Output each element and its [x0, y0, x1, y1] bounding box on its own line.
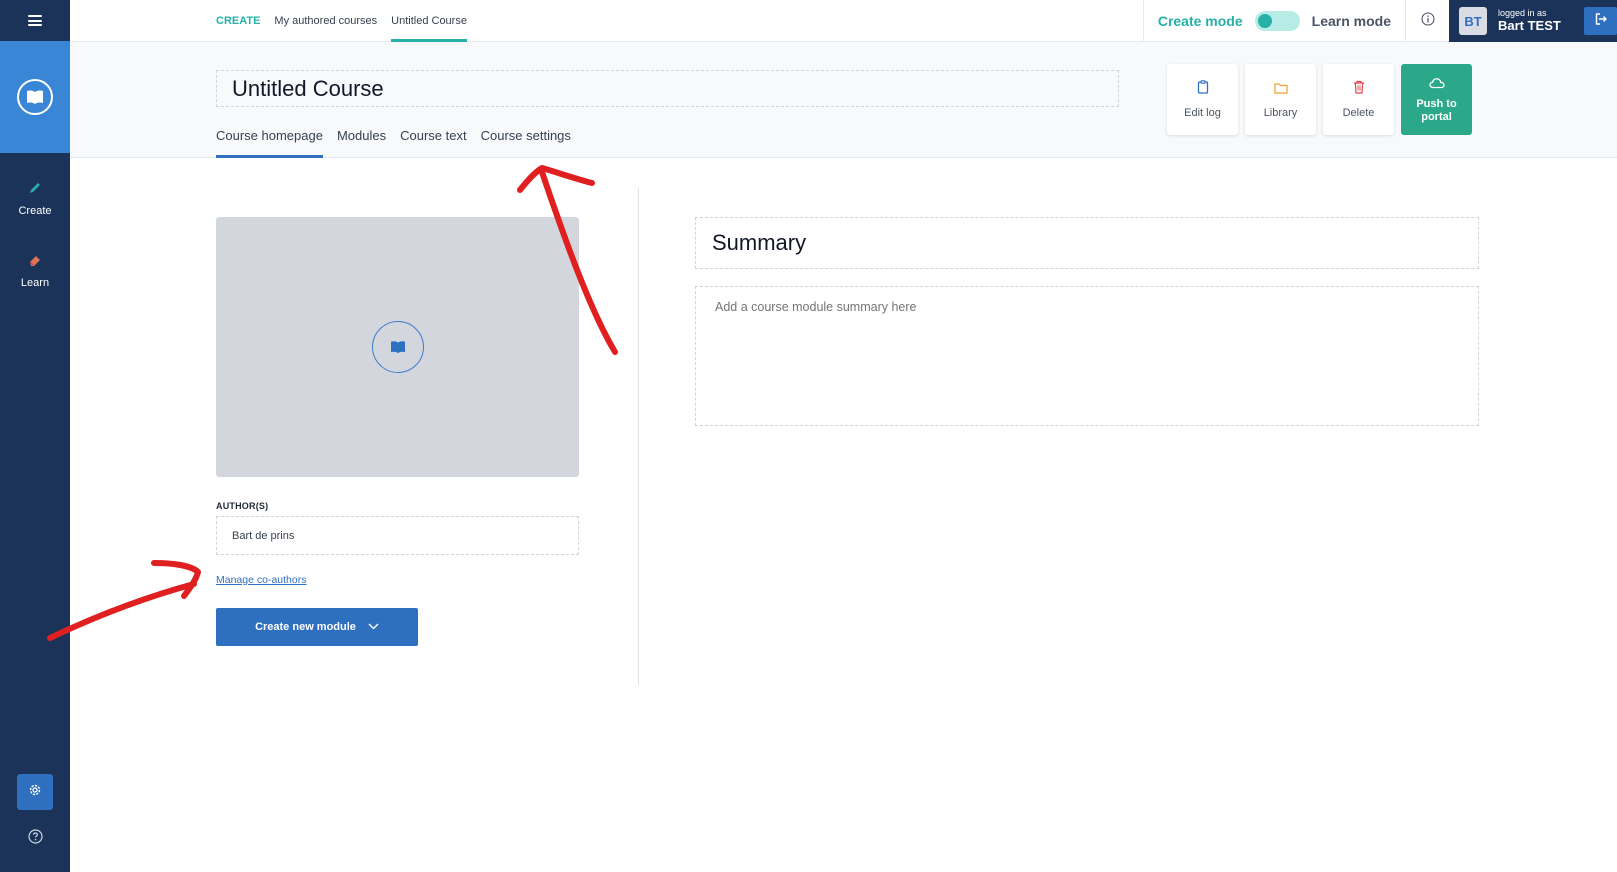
folder-icon [1273, 81, 1288, 99]
cloud-icon [1428, 76, 1445, 94]
breadcrumb: CREATE My authored courses Untitled Cour… [216, 0, 467, 42]
authors-label: AUTHOR(S) [216, 501, 269, 511]
mode-switcher: Create mode Learn mode [1142, 0, 1405, 42]
sidebar: Create Learn [0, 0, 70, 872]
delete-label: Delete [1342, 107, 1375, 119]
mode-toggle[interactable] [1254, 11, 1300, 31]
course-title-input[interactable] [216, 70, 1119, 107]
edit-log-button[interactable]: Edit log [1167, 64, 1238, 135]
course-image-placeholder[interactable] [216, 217, 579, 477]
breadcrumb-current[interactable]: Untitled Course [391, 0, 467, 42]
avatar[interactable]: BT [1459, 7, 1487, 35]
clipboard-icon [1197, 80, 1209, 99]
question-circle-icon [27, 829, 43, 849]
logout-icon [1594, 12, 1608, 31]
user-name: Bart TEST [1498, 17, 1561, 33]
manage-coauthors-link[interactable]: Manage co-authors [216, 574, 306, 586]
topbar: CREATE My authored courses Untitled Cour… [70, 0, 1617, 42]
sidebar-item-create[interactable]: Create [0, 181, 70, 217]
create-mode-label[interactable]: Create mode [1158, 13, 1243, 29]
sidebar-item-label: Create [18, 205, 52, 217]
authors-field[interactable]: Bart de prins [216, 516, 579, 555]
delete-button[interactable]: Delete [1323, 64, 1394, 135]
menu-button[interactable] [0, 0, 70, 41]
course-header: Course homepage Modules Course text Cour… [70, 42, 1617, 158]
book-icon [17, 79, 53, 115]
tab-course-settings[interactable]: Course settings [481, 112, 571, 158]
user-info: logged in as Bart TEST [1498, 8, 1561, 33]
course-actions: Edit log Library Delete Push to portal [1167, 64, 1472, 135]
eraser-icon [28, 253, 42, 272]
topbar-right: Create mode Learn mode BT logged in as B… [1142, 0, 1617, 42]
library-button[interactable]: Library [1245, 64, 1316, 135]
create-new-module-label: Create new module [255, 621, 356, 633]
annotation-arrow-coauthors [47, 560, 201, 641]
breadcrumb-section[interactable]: CREATE [216, 15, 260, 27]
chevron-down-icon [368, 621, 379, 633]
push-to-portal-label: Push to portal [1416, 97, 1457, 123]
book-icon [371, 321, 424, 373]
help-button[interactable] [26, 829, 44, 849]
tab-course-text[interactable]: Course text [400, 112, 466, 158]
user-box: BT logged in as Bart TEST [1449, 0, 1617, 42]
toggle-knob [1257, 14, 1272, 28]
hamburger-icon [28, 15, 42, 26]
create-new-module-button[interactable]: Create new module [216, 608, 418, 646]
tab-modules[interactable]: Modules [337, 112, 386, 158]
settings-button[interactable] [17, 774, 53, 810]
sidebar-item-label: Learn [20, 277, 50, 289]
trash-icon [1353, 80, 1365, 99]
summary-textarea[interactable] [695, 286, 1479, 426]
column-divider [638, 188, 639, 685]
library-label: Library [1263, 106, 1298, 119]
edit-log-label: Edit log [1184, 107, 1221, 119]
breadcrumb-link[interactable]: My authored courses [274, 15, 377, 27]
tab-course-homepage[interactable]: Course homepage [216, 112, 323, 158]
logo-block [0, 41, 70, 153]
summary-title[interactable]: Summary [695, 217, 1479, 269]
learn-mode-label[interactable]: Learn mode [1312, 13, 1391, 29]
push-to-portal-button[interactable]: Push to portal [1401, 64, 1472, 135]
app-root: Create Learn CREATE My authored courses … [0, 0, 1617, 872]
sidebar-item-learn[interactable]: Learn [0, 253, 70, 289]
gear-icon [28, 783, 42, 802]
pencil-icon [28, 181, 42, 200]
info-circle-icon [1420, 11, 1435, 31]
logout-button[interactable] [1584, 7, 1617, 35]
info-button[interactable] [1405, 0, 1449, 42]
course-tabs: Course homepage Modules Course text Cour… [216, 112, 571, 158]
